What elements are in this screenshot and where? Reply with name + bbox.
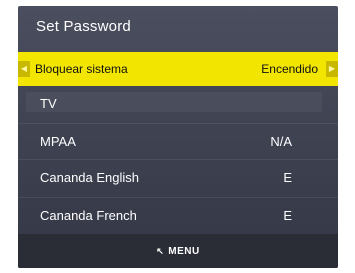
left-arrow-icon[interactable]: ◀ xyxy=(18,61,30,77)
row-bloquear-sistema[interactable]: ◀ Bloquear sistema Encendido ▶ xyxy=(18,52,338,86)
row-value: N/A xyxy=(270,133,292,149)
row-mpaa[interactable]: MPAA N/A xyxy=(18,124,338,158)
right-arrow-icon[interactable]: ▶ xyxy=(326,61,338,77)
row-value: Encendido xyxy=(261,62,318,76)
row-value: E xyxy=(283,169,292,185)
page-title[interactable]: Set Password xyxy=(36,18,131,35)
row-label: TV xyxy=(40,95,57,111)
row-canada-french[interactable]: Cananda French E xyxy=(18,198,338,232)
parental-lock-panel: Set Password ◀ Bloquear sistema Encendid… xyxy=(18,6,338,268)
row-canada-english[interactable]: Cananda English E xyxy=(18,160,338,194)
row-label: MPAA xyxy=(40,133,76,149)
menu-label: MENU xyxy=(168,245,200,257)
row-label: Cananda French xyxy=(40,207,137,223)
row-tv[interactable]: TV xyxy=(18,86,338,120)
row-label: Bloquear sistema xyxy=(35,62,128,76)
menu-return-icon: ↖ xyxy=(156,245,165,256)
footer-bar: ↖ MENU xyxy=(18,234,338,268)
row-value: E xyxy=(283,207,292,223)
row-label: Cananda English xyxy=(40,169,140,185)
